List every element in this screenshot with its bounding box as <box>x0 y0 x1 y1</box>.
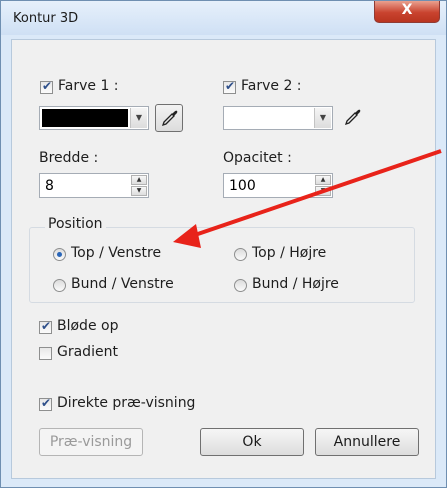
dialog-window: Kontur 3D X Farve 1 : ▼ Farve 2 : ▼ Bred… <box>0 0 447 488</box>
annotation-arrow <box>173 149 442 248</box>
